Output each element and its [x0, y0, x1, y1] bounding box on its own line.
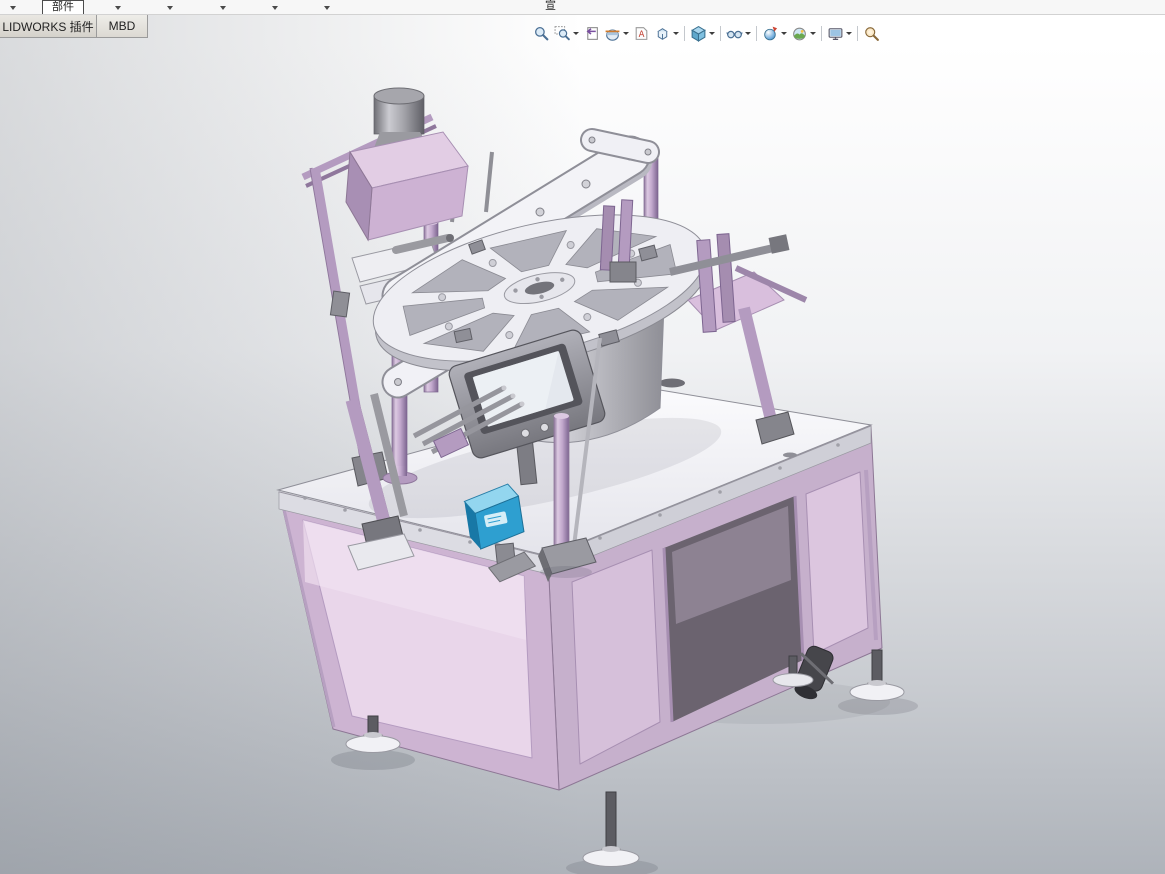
chevron-down-icon — [781, 31, 787, 35]
toolbar-dropdown-caret[interactable] — [218, 4, 227, 12]
edit-appearance-button[interactable] — [760, 21, 789, 45]
toolbar-separator — [821, 25, 822, 41]
toolbar-dropdown-caret[interactable] — [113, 4, 122, 12]
zoom-to-fit-button[interactable] — [531, 21, 552, 45]
toolbar-dropdown-caret[interactable] — [8, 4, 17, 12]
annotation-view-icon: A — [635, 26, 648, 40]
view-settings-icon — [828, 27, 843, 40]
chevron-down-icon — [673, 31, 679, 35]
display-style-icon — [691, 25, 706, 42]
magnifier-icon — [865, 26, 879, 41]
toolbar-separator — [857, 25, 858, 41]
chevron-down-icon — [846, 31, 852, 35]
section-view-icon — [605, 28, 620, 41]
view-settings-button[interactable] — [825, 21, 854, 45]
hide-show-items-button[interactable] — [724, 21, 753, 45]
chevron-down-icon — [623, 31, 629, 35]
document-tab[interactable]: 部件 — [42, 0, 84, 14]
chevron-down-icon — [573, 31, 579, 35]
toolbar-dropdown-caret[interactable] — [322, 4, 331, 12]
toolbar-separator — [720, 25, 721, 41]
chevron-down-icon — [745, 31, 751, 35]
toolbar-separator — [756, 25, 757, 41]
svg-text:A: A — [639, 30, 645, 40]
menu-item[interactable]: 宣 — [545, 0, 556, 13]
tab-solidworks-addins[interactable]: LIDWORKS 插件 — [0, 14, 97, 38]
toolbar-dropdown-caret[interactable] — [270, 4, 279, 12]
zoom-to-area-button[interactable] — [552, 21, 581, 45]
previous-view-icon — [586, 26, 598, 40]
view-orientation-button[interactable] — [652, 21, 681, 45]
toolbar-dropdown-caret[interactable] — [165, 4, 174, 12]
3d-model-machine[interactable] — [0, 0, 1165, 874]
display-style-button[interactable] — [688, 21, 717, 45]
toolbar-separator — [684, 25, 685, 41]
graphics-viewport[interactable] — [0, 0, 1165, 874]
tab-mbd[interactable]: MBD — [96, 14, 148, 38]
chevron-down-icon — [709, 31, 715, 35]
view-orientation-icon — [657, 27, 668, 40]
apply-scene-button[interactable] — [789, 21, 818, 45]
hide-show-items-icon — [726, 30, 743, 38]
heads-up-view-toolbar: A — [531, 21, 882, 45]
tabletop-hole — [659, 378, 685, 388]
menu-bar: 部件 宣 — [0, 0, 1165, 15]
previous-view-button[interactable] — [581, 21, 602, 45]
zoom-to-area-icon — [554, 25, 570, 40]
solidworks-window: 部件 宣 LIDWORKS 插件 MBD A — [0, 0, 1165, 874]
zoom-to-fit-icon — [535, 26, 549, 40]
section-view-button[interactable] — [602, 21, 631, 45]
edit-appearance-icon — [764, 26, 778, 40]
magnifier-button[interactable] — [861, 21, 882, 45]
annotation-view-button[interactable]: A — [631, 21, 652, 45]
apply-scene-icon — [793, 27, 806, 40]
chevron-down-icon — [810, 31, 816, 35]
